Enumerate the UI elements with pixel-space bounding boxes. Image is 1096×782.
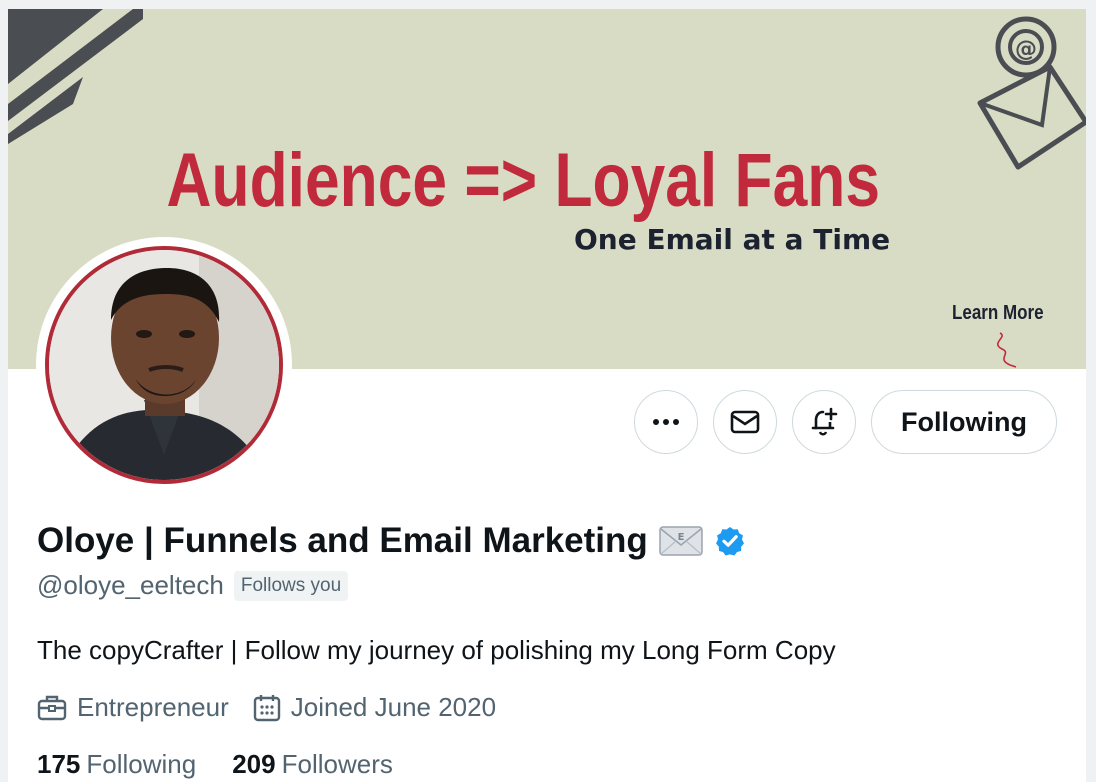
profile-meta: Entrepreneur Joined June 2020 (37, 692, 520, 723)
email-at-graphic: @ (977, 16, 1086, 170)
avatar[interactable] (36, 237, 292, 493)
envelope-emoji-icon: E (659, 526, 703, 556)
banner-headline: Audience => Loyal Fans (166, 138, 881, 223)
more-button[interactable] (634, 390, 698, 454)
name-row: Oloye | Funnels and Email Marketing E (37, 521, 746, 561)
profile-card: @ Audience => Loyal Fans One Email at a … (8, 9, 1086, 782)
follow-stats: 175 Following 209 Followers (37, 749, 429, 780)
profile-category: Entrepreneur (37, 692, 229, 723)
avatar-photo (45, 246, 283, 484)
verified-badge-icon[interactable] (714, 525, 746, 557)
banner-subline: One Email at a Time (574, 223, 891, 256)
joined-date: Joined June 2020 (290, 692, 497, 722)
banner-stripes-graphic (8, 9, 143, 144)
following-button[interactable]: Following (871, 390, 1057, 454)
following-label: Following (86, 749, 197, 779)
envelope-icon (730, 410, 760, 434)
handle-row: @oloye_eeltech Follows you (37, 570, 349, 601)
display-name: Oloye | Funnels and Email Marketing (37, 521, 648, 560)
following-count: 175 (37, 749, 81, 779)
banner-learn-more: Learn More (952, 302, 1044, 324)
user-handle: @oloye_eeltech (37, 570, 224, 600)
following-stat-link[interactable]: 175 Following (37, 749, 196, 780)
svg-text:@: @ (1015, 37, 1037, 62)
follows-you-badge: Follows you (233, 570, 349, 601)
calendar-icon (253, 694, 280, 721)
more-icon (653, 419, 679, 425)
profile-joined: Joined June 2020 (253, 692, 496, 723)
squiggle-arrow-icon (996, 332, 1017, 368)
followers-stat-link[interactable]: 209 Followers (232, 749, 393, 780)
followers-count: 209 (232, 749, 276, 779)
bell-plus-icon (811, 407, 838, 436)
followers-label: Followers (281, 749, 393, 779)
briefcase-icon (37, 695, 67, 720)
notifications-button[interactable] (792, 390, 856, 454)
category-label: Entrepreneur (77, 692, 229, 722)
svg-text:E: E (677, 532, 684, 543)
profile-bio: The copyCrafter | Follow my journey of p… (37, 635, 836, 665)
message-button[interactable] (713, 390, 777, 454)
